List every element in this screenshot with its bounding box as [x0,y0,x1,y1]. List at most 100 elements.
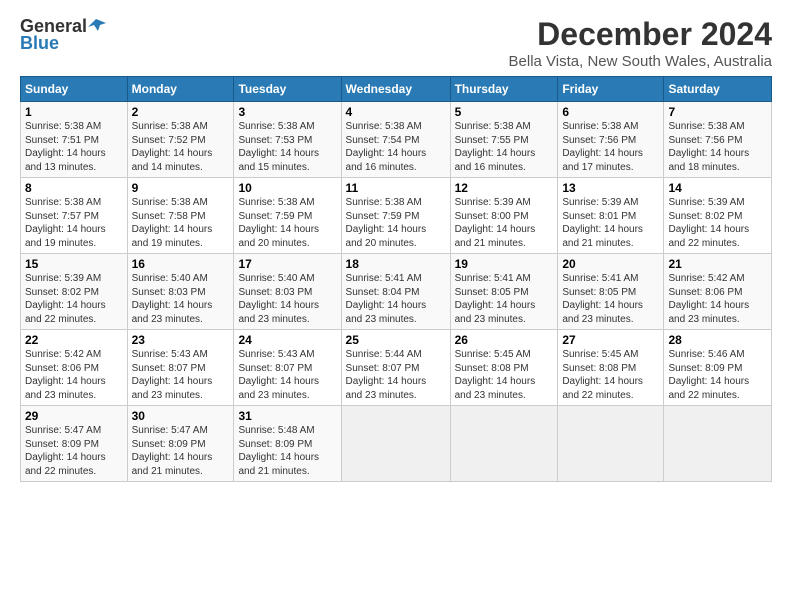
day-info: Sunrise: 5:48 AM Sunset: 8:09 PM Dayligh… [238,424,336,478]
table-cell: 11Sunrise: 5:38 AM Sunset: 7:59 PM Dayli… [341,178,450,254]
day-info: Sunrise: 5:38 AM Sunset: 7:56 PM Dayligh… [562,120,659,174]
day-number: 30 [132,409,230,423]
day-number: 26 [455,333,554,347]
day-info: Sunrise: 5:38 AM Sunset: 7:53 PM Dayligh… [238,120,336,174]
day-number: 31 [238,409,336,423]
calendar-week-row: 8Sunrise: 5:38 AM Sunset: 7:57 PM Daylig… [21,178,772,254]
day-info: Sunrise: 5:43 AM Sunset: 8:07 PM Dayligh… [238,348,336,402]
day-number: 3 [238,105,336,119]
table-cell: 6Sunrise: 5:38 AM Sunset: 7:56 PM Daylig… [558,102,664,178]
day-number: 2 [132,105,230,119]
col-wednesday: Wednesday [341,77,450,102]
day-info: Sunrise: 5:41 AM Sunset: 8:05 PM Dayligh… [455,272,554,326]
day-number: 4 [346,105,446,119]
table-cell: 2Sunrise: 5:38 AM Sunset: 7:52 PM Daylig… [127,102,234,178]
day-info: Sunrise: 5:45 AM Sunset: 8:08 PM Dayligh… [562,348,659,402]
day-number: 13 [562,181,659,195]
day-number: 27 [562,333,659,347]
col-saturday: Saturday [664,77,772,102]
table-cell [341,406,450,482]
day-info: Sunrise: 5:38 AM Sunset: 7:52 PM Dayligh… [132,120,230,174]
logo: General Blue [20,16,106,54]
day-info: Sunrise: 5:38 AM Sunset: 7:54 PM Dayligh… [346,120,446,174]
col-sunday: Sunday [21,77,128,102]
table-cell: 3Sunrise: 5:38 AM Sunset: 7:53 PM Daylig… [234,102,341,178]
day-number: 1 [25,105,123,119]
day-number: 23 [132,333,230,347]
table-cell: 9Sunrise: 5:38 AM Sunset: 7:58 PM Daylig… [127,178,234,254]
col-thursday: Thursday [450,77,558,102]
table-cell: 7Sunrise: 5:38 AM Sunset: 7:56 PM Daylig… [664,102,772,178]
day-info: Sunrise: 5:38 AM Sunset: 7:51 PM Dayligh… [25,120,123,174]
day-info: Sunrise: 5:38 AM Sunset: 7:55 PM Dayligh… [455,120,554,174]
day-info: Sunrise: 5:39 AM Sunset: 8:02 PM Dayligh… [668,196,767,250]
day-info: Sunrise: 5:38 AM Sunset: 7:59 PM Dayligh… [238,196,336,250]
table-cell: 26Sunrise: 5:45 AM Sunset: 8:08 PM Dayli… [450,330,558,406]
table-cell: 21Sunrise: 5:42 AM Sunset: 8:06 PM Dayli… [664,254,772,330]
page: General Blue December 2024 Bella Vista, … [0,0,792,492]
day-info: Sunrise: 5:47 AM Sunset: 8:09 PM Dayligh… [132,424,230,478]
day-info: Sunrise: 5:42 AM Sunset: 8:06 PM Dayligh… [668,272,767,326]
table-cell: 14Sunrise: 5:39 AM Sunset: 8:02 PM Dayli… [664,178,772,254]
day-number: 21 [668,257,767,271]
calendar-header-row: Sunday Monday Tuesday Wednesday Thursday… [21,77,772,102]
day-info: Sunrise: 5:45 AM Sunset: 8:08 PM Dayligh… [455,348,554,402]
day-info: Sunrise: 5:44 AM Sunset: 8:07 PM Dayligh… [346,348,446,402]
day-number: 10 [238,181,336,195]
day-info: Sunrise: 5:43 AM Sunset: 8:07 PM Dayligh… [132,348,230,402]
day-number: 12 [455,181,554,195]
main-title: December 2024 [509,16,772,53]
day-number: 16 [132,257,230,271]
subtitle: Bella Vista, New South Wales, Australia [509,53,772,70]
table-cell: 28Sunrise: 5:46 AM Sunset: 8:09 PM Dayli… [664,330,772,406]
day-number: 28 [668,333,767,347]
header-row: General Blue December 2024 Bella Vista, … [20,16,772,70]
table-cell: 15Sunrise: 5:39 AM Sunset: 8:02 PM Dayli… [21,254,128,330]
table-cell: 18Sunrise: 5:41 AM Sunset: 8:04 PM Dayli… [341,254,450,330]
day-number: 7 [668,105,767,119]
day-number: 29 [25,409,123,423]
day-info: Sunrise: 5:39 AM Sunset: 8:01 PM Dayligh… [562,196,659,250]
day-info: Sunrise: 5:38 AM Sunset: 7:56 PM Dayligh… [668,120,767,174]
day-info: Sunrise: 5:41 AM Sunset: 8:04 PM Dayligh… [346,272,446,326]
table-cell: 27Sunrise: 5:45 AM Sunset: 8:08 PM Dayli… [558,330,664,406]
day-number: 5 [455,105,554,119]
day-number: 25 [346,333,446,347]
day-number: 17 [238,257,336,271]
day-number: 20 [562,257,659,271]
col-friday: Friday [558,77,664,102]
calendar-week-row: 22Sunrise: 5:42 AM Sunset: 8:06 PM Dayli… [21,330,772,406]
day-number: 19 [455,257,554,271]
day-info: Sunrise: 5:40 AM Sunset: 8:03 PM Dayligh… [238,272,336,326]
table-cell: 22Sunrise: 5:42 AM Sunset: 8:06 PM Dayli… [21,330,128,406]
day-info: Sunrise: 5:46 AM Sunset: 8:09 PM Dayligh… [668,348,767,402]
table-cell: 16Sunrise: 5:40 AM Sunset: 8:03 PM Dayli… [127,254,234,330]
table-cell: 19Sunrise: 5:41 AM Sunset: 8:05 PM Dayli… [450,254,558,330]
calendar-week-row: 1Sunrise: 5:38 AM Sunset: 7:51 PM Daylig… [21,102,772,178]
table-cell: 13Sunrise: 5:39 AM Sunset: 8:01 PM Dayli… [558,178,664,254]
day-info: Sunrise: 5:40 AM Sunset: 8:03 PM Dayligh… [132,272,230,326]
table-cell: 1Sunrise: 5:38 AM Sunset: 7:51 PM Daylig… [21,102,128,178]
day-info: Sunrise: 5:38 AM Sunset: 7:58 PM Dayligh… [132,196,230,250]
table-cell: 30Sunrise: 5:47 AM Sunset: 8:09 PM Dayli… [127,406,234,482]
calendar-week-row: 15Sunrise: 5:39 AM Sunset: 8:02 PM Dayli… [21,254,772,330]
day-number: 8 [25,181,123,195]
calendar-week-row: 29Sunrise: 5:47 AM Sunset: 8:09 PM Dayli… [21,406,772,482]
col-monday: Monday [127,77,234,102]
day-number: 6 [562,105,659,119]
table-cell [558,406,664,482]
table-cell: 10Sunrise: 5:38 AM Sunset: 7:59 PM Dayli… [234,178,341,254]
day-info: Sunrise: 5:47 AM Sunset: 8:09 PM Dayligh… [25,424,123,478]
table-cell: 4Sunrise: 5:38 AM Sunset: 7:54 PM Daylig… [341,102,450,178]
logo-blue-text: Blue [20,33,59,54]
col-tuesday: Tuesday [234,77,341,102]
table-cell: 12Sunrise: 5:39 AM Sunset: 8:00 PM Dayli… [450,178,558,254]
table-cell: 24Sunrise: 5:43 AM Sunset: 8:07 PM Dayli… [234,330,341,406]
day-info: Sunrise: 5:38 AM Sunset: 7:57 PM Dayligh… [25,196,123,250]
table-cell: 23Sunrise: 5:43 AM Sunset: 8:07 PM Dayli… [127,330,234,406]
table-cell [664,406,772,482]
day-info: Sunrise: 5:39 AM Sunset: 8:00 PM Dayligh… [455,196,554,250]
day-number: 22 [25,333,123,347]
table-cell: 5Sunrise: 5:38 AM Sunset: 7:55 PM Daylig… [450,102,558,178]
day-info: Sunrise: 5:38 AM Sunset: 7:59 PM Dayligh… [346,196,446,250]
